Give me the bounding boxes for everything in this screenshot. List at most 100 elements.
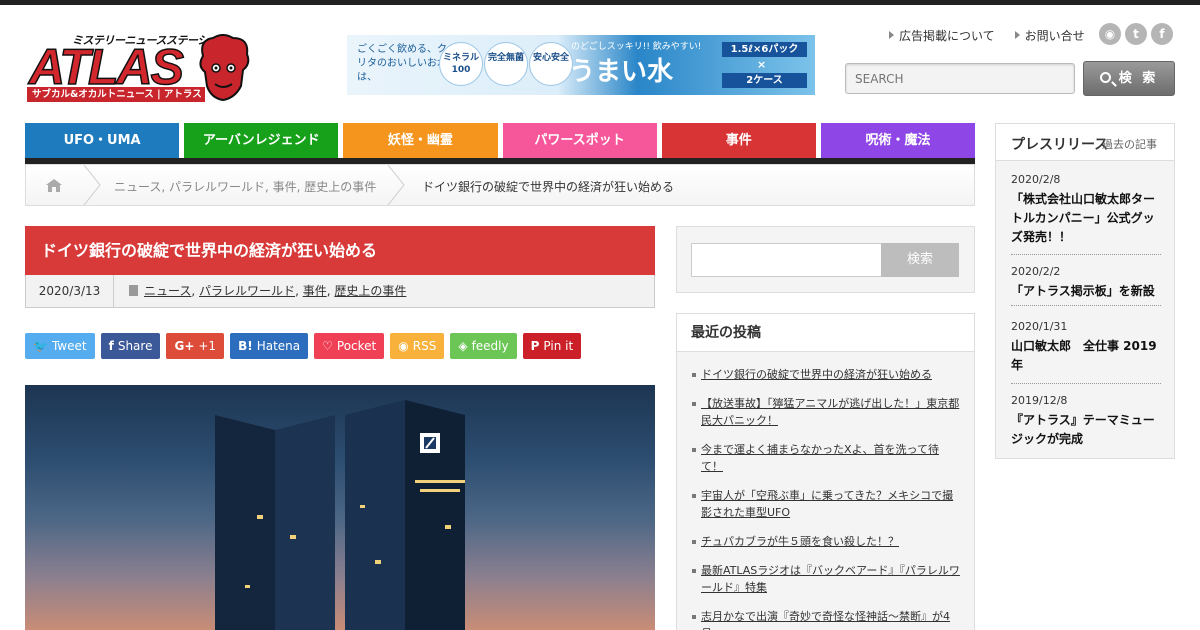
ad-banner[interactable]: ごくごく飲める、クリタのおいしいお水は、 ミネラル 100 完全無菌 安心安全 … <box>347 35 815 95</box>
rss-icon: ◉ <box>398 339 409 353</box>
tweet-button[interactable]: 🐦 Tweet <box>25 333 95 359</box>
document-icon <box>129 285 138 296</box>
share-label: Tweet <box>51 339 87 353</box>
breadcrumb-separator <box>388 165 405 205</box>
share-label: Pocket <box>336 339 377 353</box>
press-entry-title: 山口敏太郎 全仕事 2019年 <box>1011 339 1157 372</box>
ad-line: ごくごく飲める、クリタのおいしいお水は、 <box>357 44 447 83</box>
facebook-icon: f <box>108 339 114 353</box>
category-link[interactable]: 歴史上の事件 <box>334 284 406 298</box>
facebook-share-button[interactable]: f Share <box>100 333 161 359</box>
nav-yokai-ghost[interactable]: 妖怪・幽霊 <box>343 123 498 158</box>
twitter-icon[interactable]: t <box>1125 23 1147 45</box>
recent-post-link[interactable]: 今まで運よく捕まらなかったXよ、首を洗って待て！ <box>691 441 960 475</box>
ad-times: × <box>757 58 767 71</box>
press-entry-title: 「株式会社山口敏太郎タートルカンパニー」公式グッズ発売！！ <box>1011 192 1156 244</box>
ad-badge-mineral: ミネラル 100 <box>439 42 483 86</box>
category-link[interactable]: 事件 <box>303 284 327 298</box>
nav-power-spot[interactable]: パワースポット <box>502 123 657 158</box>
pinterest-icon: P <box>530 339 540 353</box>
category-link[interactable]: パラレルワールド <box>199 284 295 298</box>
logo-name: ATLAS <box>28 39 184 95</box>
feedly-button[interactable]: ◈ feedly <box>450 333 517 359</box>
contact-link[interactable]: お問い合せ <box>1014 27 1085 44</box>
feedly-icon: ◈ <box>458 339 468 353</box>
google-plus-button[interactable]: G+ +1 <box>166 333 225 359</box>
pocket-icon: ♡ <box>322 339 333 353</box>
share-label: Pin it <box>543 339 574 353</box>
share-label: Hatena <box>256 339 301 353</box>
recent-posts: 最近の投稿 ドイツ銀行の破綻で世界中の経済が狂い始める 【放送事故】「獰猛アニマ… <box>676 313 975 630</box>
recent-post-link[interactable]: 最新ATLASラジオは『バックベアード』『パラレルワールド』特集 <box>691 562 960 596</box>
article-meta: 2020/3/13 ニュース, パラレルワールド, 事件, 歴史上の事件 <box>25 275 655 308</box>
press-entry-date: 2019/12/8 <box>1011 394 1068 407</box>
press-entry-title: 「アトラス掲示板」を新設 <box>1011 284 1155 298</box>
sidebar-search-button[interactable]: 検索 <box>881 243 959 277</box>
recent-posts-title: 最近の投稿 <box>677 314 974 352</box>
press-entry[interactable]: 2020/1/31 山口敏太郎 全仕事 2019年 <box>1011 320 1161 384</box>
ad-pack: 1.5ℓ×6パック <box>722 42 807 57</box>
press-release-header: プレスリリース 過去の記事 <box>996 124 1174 161</box>
recent-post-link[interactable]: ドイツ銀行の破綻で世界中の経済が狂い始める <box>691 366 960 383</box>
press-entry-date: 2020/2/8 <box>1011 173 1061 186</box>
press-entry-date: 2020/1/31 <box>1011 320 1068 333</box>
share-label: RSS <box>412 339 437 353</box>
press-entry[interactable]: 2020/2/8 「株式会社山口敏太郎タートルカンパニー」公式グッズ発売！！ <box>1011 173 1161 255</box>
search-button-label: 検 索 <box>1118 71 1159 86</box>
pocket-button[interactable]: ♡ Pocket <box>314 333 385 359</box>
article-categories: ニュース, パラレルワールド, 事件, 歴史上の事件 <box>129 275 406 307</box>
share-label: feedly <box>471 339 509 353</box>
past-articles-link[interactable]: 過去の記事 <box>1102 136 1157 152</box>
ad-badge-safe: 安心安全 <box>529 42 573 86</box>
article-date: 2020/3/13 <box>26 275 114 307</box>
article-title: ドイツ銀行の破綻で世界中の経済が狂い始める <box>25 226 655 275</box>
article-hero-image <box>25 385 655 630</box>
recent-post-link[interactable]: 志月かなで出演『奇妙で奇怪な怪神話～禁断』が4月 <box>691 608 960 630</box>
site-logo[interactable]: ミステリーニュースステーション ATLAS サブカル&オカルトニュース | アト… <box>27 30 253 104</box>
mascot-face-icon <box>199 34 250 102</box>
nav-ufo-uma[interactable]: UFO・UMA <box>25 123 180 158</box>
search-input[interactable] <box>845 63 1075 94</box>
press-entry[interactable]: 2019/12/8 『アトラス』テーマミュージックが完成 <box>1011 394 1161 450</box>
rss-button[interactable]: ◉ RSS <box>390 333 445 359</box>
google-plus-icon: G+ <box>174 339 195 353</box>
sidebar-search-input[interactable] <box>691 243 882 277</box>
hatena-button[interactable]: B! Hatena <box>230 333 309 359</box>
logo-subtitle: サブカル&オカルトニュース | アトラス <box>27 87 205 102</box>
breadcrumb-separator <box>84 165 101 205</box>
press-release-title: プレスリリース <box>1011 137 1109 153</box>
top-bar <box>0 0 1200 5</box>
breadcrumb-categories[interactable]: ニュース, パラレルワールド, 事件, 歴史上の事件 <box>114 178 376 195</box>
press-release-box: プレスリリース 過去の記事 2020/2/8 「株式会社山口敏太郎タートルカンパ… <box>995 123 1175 459</box>
header-links: 広告掲載について お問い合せ <box>889 27 1085 44</box>
social-icons: ◉ t f <box>1099 23 1173 45</box>
ad-product: うまい水 <box>569 57 674 87</box>
recent-post-link[interactable]: チュパカブラが牛５頭を食い殺した！？ <box>691 533 960 550</box>
recent-post-link[interactable]: 【放送事故】「獰猛アニマルが逃げ出した！」東京都民大パニック！ <box>691 395 960 429</box>
facebook-icon[interactable]: f <box>1151 23 1173 45</box>
search-icon <box>1099 72 1111 83</box>
ad-badge-sterile: 完全無菌 <box>484 42 528 86</box>
rss-icon[interactable]: ◉ <box>1099 23 1121 45</box>
recent-post-link[interactable]: 宇宙人が「空飛ぶ車」に乗ってきた？メキシコで撮影された車型UFO <box>691 487 960 521</box>
twitter-icon: 🐦 <box>33 339 48 353</box>
sidebar-search-box: 検索 <box>676 226 975 293</box>
nav-urban-legend[interactable]: アーバンレジェンド <box>184 123 339 158</box>
home-icon[interactable] <box>46 179 62 192</box>
nav-incident[interactable]: 事件 <box>661 123 816 158</box>
nav-magic[interactable]: 呪術・魔法 <box>820 123 976 158</box>
ad-cases: 2ケース <box>722 73 807 88</box>
breadcrumb-current: ドイツ銀行の破綻で世界中の経済が狂い始める <box>422 180 675 194</box>
share-label: +1 <box>198 339 217 353</box>
press-entry-date: 2020/2/2 <box>1011 265 1061 278</box>
ad-info-link[interactable]: 広告掲載について <box>889 27 995 44</box>
bank-towers-illustration <box>215 400 465 630</box>
category-link[interactable]: ニュース <box>144 284 191 298</box>
share-label: Share <box>117 339 153 353</box>
hatena-icon: B! <box>238 339 253 353</box>
pinterest-button[interactable]: P Pin it <box>522 333 582 359</box>
recent-posts-list: ドイツ銀行の破綻で世界中の経済が狂い始める 【放送事故】「獰猛アニマルが逃げ出し… <box>677 352 974 630</box>
search-button[interactable]: 検 索 <box>1083 61 1175 96</box>
press-entry[interactable]: 2020/2/2 「アトラス掲示板」を新設 <box>1011 265 1161 306</box>
breadcrumb: ニュース, パラレルワールド, 事件, 歴史上の事件 ドイツ銀行の破綻で世界中の… <box>25 164 975 206</box>
